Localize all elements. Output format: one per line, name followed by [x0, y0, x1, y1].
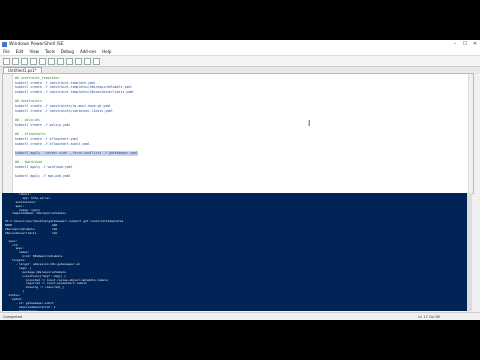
minimize-button[interactable]: –: [450, 41, 460, 47]
close-button[interactable]: ✕: [470, 41, 480, 47]
editor-line-text: kubectl create -f policy.yaml: [15, 122, 71, 127]
editor-line-text: ## constraints: [15, 99, 42, 104]
undo-icon[interactable]: [57, 57, 64, 65]
console-output: labels: app: http-server annotations: sp…: [2, 193, 472, 311]
editor-line-text: kubectl create -f kflowchart-audit.yaml: [15, 141, 90, 146]
stop-icon[interactable]: [93, 57, 100, 65]
editor-line-text: kubectl apply -f workload.yaml: [15, 165, 73, 170]
status-text: Completed: [3, 314, 23, 319]
menu-file[interactable]: File: [3, 49, 10, 54]
editor-line-text: ## - kflowcharts: [15, 132, 46, 137]
editor-line-text: kubectl create -f constraint-templates/k…: [15, 85, 133, 90]
editor-line-text: kubectl apply --server-side --force-conf…: [15, 151, 138, 156]
title-bar: Windows PowerShell ISE – ☐ ✕: [0, 40, 480, 48]
maximize-button[interactable]: ☐: [460, 41, 470, 47]
save-icon[interactable]: [21, 57, 28, 65]
toolbar: [0, 56, 480, 67]
menu-bar: File Edit View Tools Debug Add-ons Help: [0, 48, 480, 56]
text-cursor-icon: I: [308, 119, 311, 128]
run-selection-icon[interactable]: [84, 57, 91, 65]
paste-icon[interactable]: [48, 57, 55, 65]
status-bar: Completed Ln 17 Col 65: [0, 312, 480, 320]
menu-addons[interactable]: Add-ons: [80, 49, 96, 54]
editor-line-text: kubectl create -f constraint-template.ya…: [15, 80, 96, 85]
run-icon[interactable]: [75, 57, 82, 65]
editor-line-text: kubectl create -f constraints/ns-must-ha…: [15, 104, 111, 109]
menu-help[interactable]: Help: [102, 49, 111, 54]
editor-line-text: kubectl create -f kflowchart.yaml: [15, 136, 79, 141]
open-file-icon[interactable]: [12, 57, 19, 65]
line-number-gutter: [3, 74, 13, 193]
redo-icon[interactable]: [66, 57, 73, 65]
powershell-ise-icon: [2, 41, 7, 47]
console-pane[interactable]: labels: app: http-server annotations: sp…: [2, 193, 472, 311]
powershell-ise-window: Windows PowerShell ISE – ☐ ✕ File Edit V…: [0, 40, 480, 320]
menu-edit[interactable]: Edit: [16, 49, 24, 54]
editor-line-text: ## - policies: [15, 118, 40, 123]
script-editor[interactable]: ## constraint_templates kubectl create -f…: [2, 73, 474, 194]
console-line: operations:: [5, 308, 39, 311]
new-file-icon[interactable]: [3, 57, 10, 65]
editor-line-text: kubectl create -f constraint-templates/k…: [15, 90, 134, 95]
menu-tools[interactable]: Tools: [45, 49, 55, 54]
editor-lines: ## constraint_templates kubectl create -f…: [15, 76, 471, 179]
editor-line-text: ## - kworkload: [15, 160, 42, 165]
cut-icon[interactable]: [30, 57, 37, 65]
menu-view[interactable]: View: [29, 49, 39, 54]
console-scrollbar[interactable]: [467, 193, 472, 311]
cursor-position: Ln 17 Col 65: [418, 314, 440, 319]
editor-scrollbar[interactable]: [468, 74, 473, 193]
editor-line-text: kubectl apply -f app-pod.yaml: [15, 174, 71, 179]
editor-line: kubectl apply -f app-pod.yaml: [15, 174, 471, 179]
copy-icon[interactable]: [39, 57, 46, 65]
window-title: Windows PowerShell ISE: [9, 41, 64, 47]
menu-debug[interactable]: Debug: [61, 49, 74, 54]
editor-line-text: ## constraint_templates: [15, 76, 60, 80]
editor-line-text: kubectl create -f constraints/container-…: [15, 108, 113, 113]
